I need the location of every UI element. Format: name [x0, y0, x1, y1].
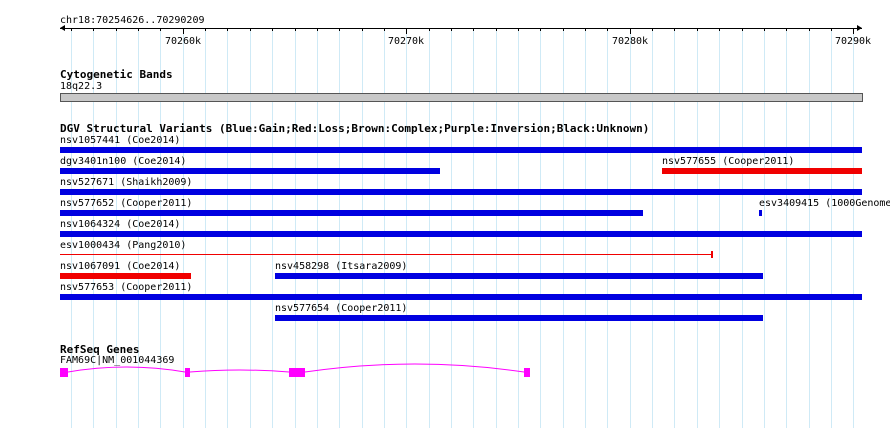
gene-model[interactable]	[0, 0, 890, 428]
